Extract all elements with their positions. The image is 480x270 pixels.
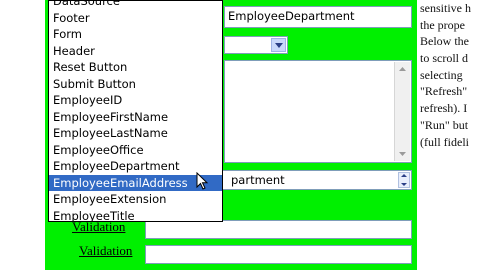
instructions-line: refresh). I xyxy=(420,101,468,116)
textarea-scrollbar[interactable] xyxy=(394,62,410,161)
object-name-input[interactable]: EmployeeDepartment xyxy=(224,6,412,28)
dropdown-option[interactable]: EmployeeTitle xyxy=(49,208,222,222)
scroll-up-icon[interactable] xyxy=(395,62,410,76)
dropdown-option[interactable]: EmployeeFirstName xyxy=(49,109,222,126)
chevron-down-icon xyxy=(274,42,283,48)
validation-label-2: Validation xyxy=(79,243,133,258)
instructions-line: the prope xyxy=(420,17,465,32)
instructions-line: Below the xyxy=(420,34,469,49)
instructions-line: sensitive h xyxy=(420,1,471,15)
field-select[interactable]: partment xyxy=(200,170,412,190)
dropdown-option[interactable]: Reset Button xyxy=(49,59,222,76)
dropdown-option[interactable]: EmployeeID xyxy=(49,92,222,109)
instructions-text: sensitive h the prope Below the to scroll d… xyxy=(417,0,480,270)
scroll-down-icon[interactable] xyxy=(395,147,410,161)
field-select-spin-button[interactable] xyxy=(398,172,410,188)
dropdown-option[interactable]: Form xyxy=(49,26,222,43)
mouse-pointer-icon xyxy=(196,172,209,190)
dropdown-option[interactable]: Submit Button xyxy=(49,76,222,93)
object-name-value: EmployeeDepartment xyxy=(228,9,355,23)
validation-input-1[interactable] xyxy=(145,220,412,239)
spin-up-icon xyxy=(401,174,407,177)
spin-down-icon xyxy=(401,183,407,186)
left-margin xyxy=(0,0,45,270)
field-select-value: partment xyxy=(231,173,285,187)
instructions-line: (full fideli xyxy=(420,134,469,149)
instructions-line: selecting xyxy=(420,67,463,82)
instructions-line: to scroll d xyxy=(420,51,468,66)
description-textarea[interactable] xyxy=(224,60,412,163)
validation-input-2[interactable] xyxy=(145,245,412,264)
small-combobox[interactable] xyxy=(224,36,288,54)
dropdown-option[interactable]: EmployeeLastName xyxy=(49,125,222,142)
dropdown-option[interactable]: Header xyxy=(49,43,222,60)
dropdown-option[interactable]: DataSource xyxy=(49,1,222,10)
instructions-line: "Run" but xyxy=(420,117,469,132)
dropdown-option[interactable]: Footer xyxy=(49,10,222,27)
small-combobox-dropdown-button[interactable] xyxy=(271,38,286,52)
instructions-line: "Refresh" xyxy=(420,84,468,99)
dropdown-option[interactable]: EmployeeExtension xyxy=(49,191,222,208)
dropdown-option[interactable]: EmployeeOffice xyxy=(49,142,222,159)
